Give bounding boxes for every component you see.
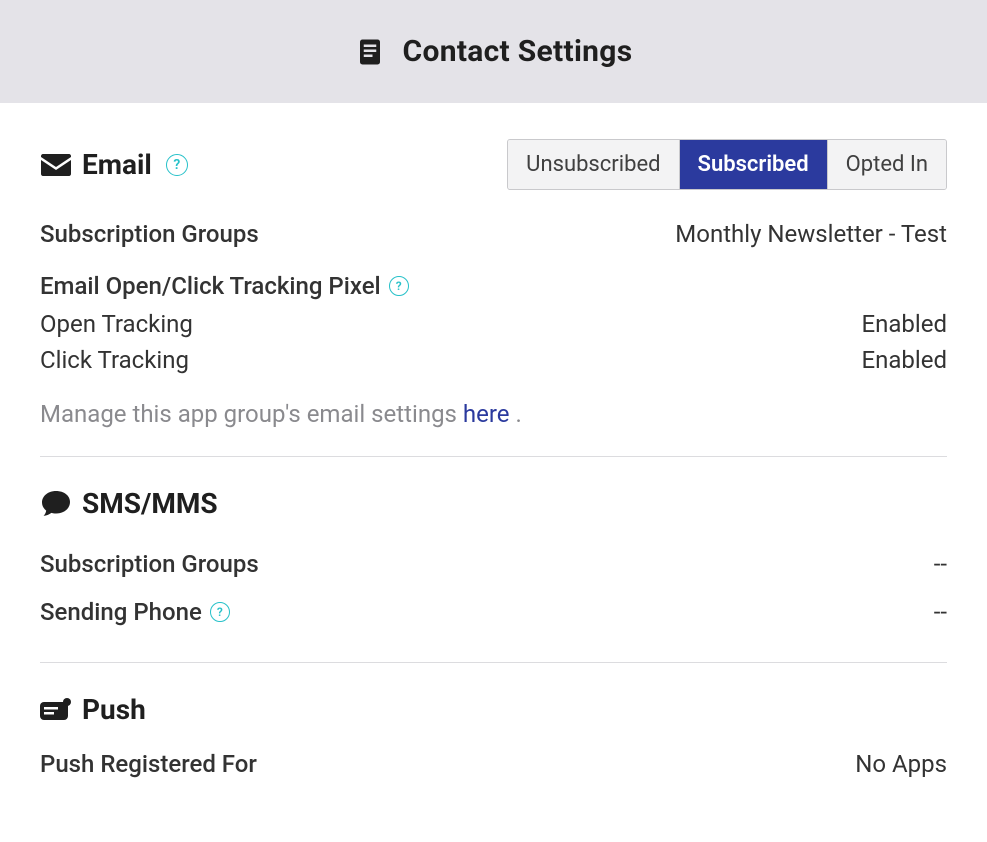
open-tracking-value: Enabled xyxy=(861,310,947,338)
email-subscription-toggle: Unsubscribed Subscribed Opted In xyxy=(507,139,947,190)
push-title: Push xyxy=(82,693,146,726)
push-notification-icon xyxy=(40,698,72,722)
click-tracking-value: Enabled xyxy=(861,346,947,374)
sms-title: SMS/MMS xyxy=(82,487,218,520)
sending-phone-row: Sending Phone ? -- xyxy=(40,588,947,636)
push-registered-row: Push Registered For No Apps xyxy=(40,746,947,782)
page-title: Contact Settings xyxy=(403,34,633,69)
manage-suffix: . xyxy=(509,400,521,428)
divider xyxy=(40,456,947,457)
sending-phone-label: Sending Phone xyxy=(40,598,202,626)
sms-subscription-groups-label: Subscription Groups xyxy=(40,550,259,578)
manage-prefix: Manage this app group's email settings xyxy=(40,400,463,428)
email-subscription-groups-value: Monthly Newsletter - Test xyxy=(675,220,947,248)
email-help-icon[interactable]: ? xyxy=(166,154,188,176)
push-registered-label: Push Registered For xyxy=(40,750,257,778)
manage-email-settings-link[interactable]: here xyxy=(463,400,510,428)
email-subscription-groups-label: Subscription Groups xyxy=(40,220,259,248)
tracking-pixel-help-icon[interactable]: ? xyxy=(389,276,409,296)
content-area: Email ? Unsubscribed Subscribed Opted In… xyxy=(0,103,987,822)
sending-phone-label-wrap: Sending Phone ? xyxy=(40,598,230,626)
speech-bubble-icon xyxy=(40,490,72,518)
email-title: Email xyxy=(82,148,152,181)
sms-section-head: SMS/MMS xyxy=(40,487,947,520)
sms-subscription-groups-row: Subscription Groups -- xyxy=(40,540,947,588)
email-tracking-pixel-label: Email Open/Click Tracking Pixel xyxy=(40,272,381,300)
push-section-head: Push xyxy=(40,693,947,726)
page-header: Contact Settings xyxy=(0,0,987,103)
click-tracking-label: Click Tracking xyxy=(40,346,189,374)
sms-section: SMS/MMS Subscription Groups -- Sending P… xyxy=(40,487,947,663)
sending-phone-help-icon[interactable]: ? xyxy=(210,602,230,622)
segment-subscribed[interactable]: Subscribed xyxy=(680,140,828,189)
sms-subscription-groups-value: -- xyxy=(934,550,947,578)
sending-phone-value: -- xyxy=(934,598,947,626)
envelope-icon xyxy=(40,154,72,176)
push-registered-value: No Apps xyxy=(855,750,947,778)
email-subscription-groups-row: Subscription Groups Monthly Newsletter -… xyxy=(40,216,947,252)
email-section: Email ? Unsubscribed Subscribed Opted In… xyxy=(40,139,947,457)
email-section-header-row: Email ? Unsubscribed Subscribed Opted In xyxy=(40,139,947,190)
contact-settings-icon xyxy=(355,37,385,67)
click-tracking-row: Click Tracking Enabled xyxy=(40,342,947,378)
segment-unsubscribed[interactable]: Unsubscribed xyxy=(508,140,679,189)
open-tracking-row: Open Tracking Enabled xyxy=(40,306,947,342)
open-tracking-label: Open Tracking xyxy=(40,310,193,338)
email-tracking-pixel-row: Email Open/Click Tracking Pixel ? xyxy=(40,272,947,300)
manage-email-settings-line: Manage this app group's email settings h… xyxy=(40,400,947,428)
push-section: Push Push Registered For No Apps xyxy=(40,693,947,782)
divider xyxy=(40,662,947,663)
segment-opted-in[interactable]: Opted In xyxy=(828,140,946,189)
email-section-head: Email ? xyxy=(40,148,188,181)
